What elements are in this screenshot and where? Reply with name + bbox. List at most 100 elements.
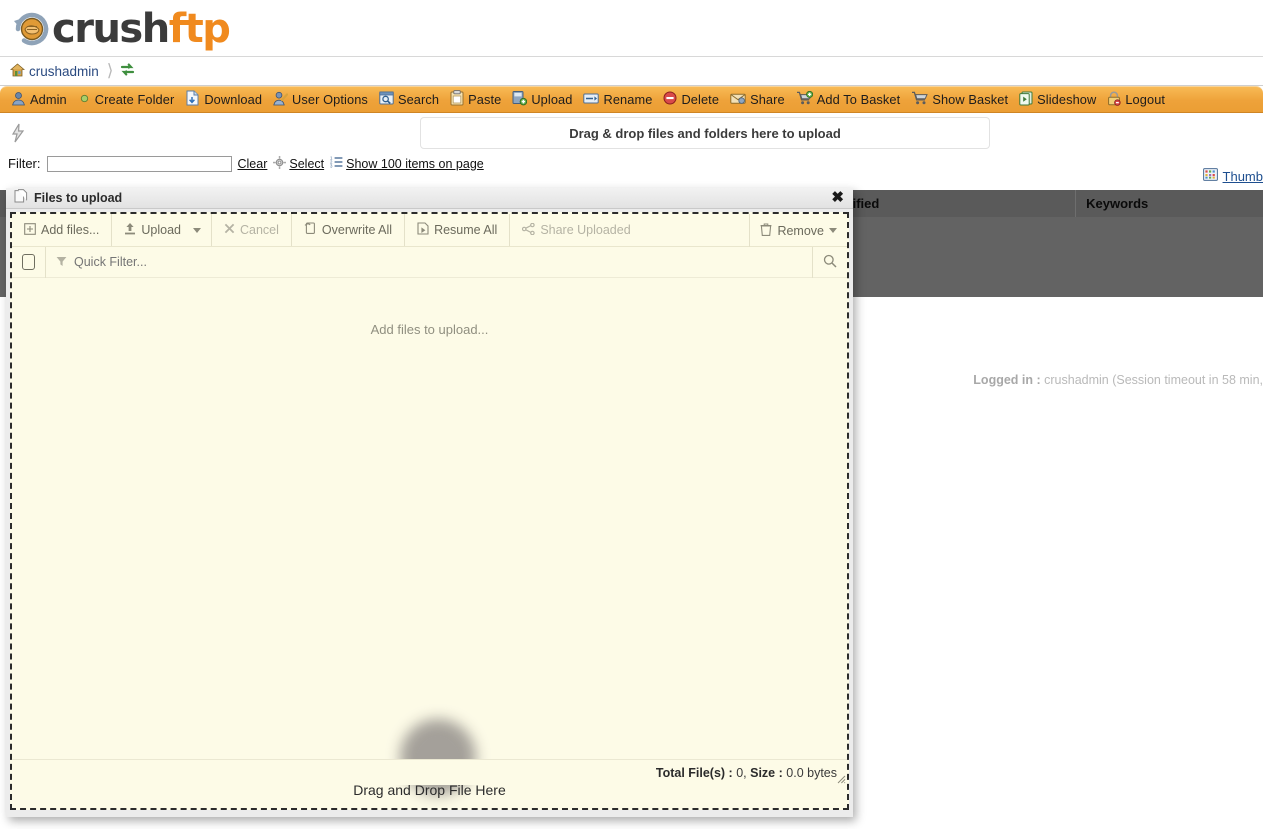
button-label: Add files...	[41, 223, 100, 237]
quick-filter-search-button[interactable]	[813, 247, 847, 278]
session-status: Logged in : crushadmin (Session timeout …	[973, 373, 1263, 387]
chevron-down-icon	[829, 228, 837, 233]
column-label: ified	[852, 196, 880, 211]
toolbar-label: Add To Basket	[816, 92, 901, 107]
total-files-value: 0,	[736, 765, 747, 780]
admin-user-icon	[11, 91, 26, 109]
checkbox-box	[22, 254, 35, 270]
resize-grip-icon[interactable]	[835, 773, 846, 784]
select-all-checkbox[interactable]	[12, 246, 46, 278]
toolbar-button-paste[interactable]: Paste	[448, 88, 510, 111]
empty-list-hint: Add files to upload...	[370, 322, 489, 337]
toolbar-label: Show Basket	[932, 92, 1009, 107]
remove-button[interactable]: Remove	[749, 214, 847, 247]
share-uploaded-button[interactable]: Share Uploaded	[510, 214, 642, 246]
upload-button[interactable]: Upload	[112, 214, 187, 246]
file-table-col-modified[interactable]: ified	[843, 190, 1077, 217]
file-filter-row: Filter: Clear Select 123 Show 100 items …	[0, 153, 1263, 174]
toolbar-button-logout[interactable]: Logout	[1105, 89, 1174, 111]
overwrite-all-button[interactable]: Overwrite All	[292, 214, 406, 246]
overwrite-icon	[304, 222, 317, 238]
clipboard-paste-icon	[450, 90, 464, 109]
close-icon[interactable]: ✖	[831, 189, 844, 207]
drag-drop-upload-zone[interactable]: Drag & drop files and folders here to up…	[420, 117, 990, 149]
total-files-label: Total File(s) :	[655, 765, 733, 780]
page-header: crushftp	[0, 0, 1263, 57]
filter-input[interactable]	[46, 155, 232, 172]
toolbar-label: Delete	[681, 92, 720, 107]
resume-all-button[interactable]: Resume All	[405, 214, 511, 246]
file-table-col-keywords[interactable]: Keywords	[1076, 190, 1263, 217]
plus-box-icon	[24, 222, 36, 238]
filter-clear-link[interactable]: Clear	[238, 157, 268, 171]
toolbar-button-admin[interactable]: Admin	[9, 89, 76, 111]
crushftp-fist-logo-icon	[10, 7, 54, 51]
toolbar-button-user-options[interactable]: User Options	[271, 89, 377, 111]
chevron-down-icon	[193, 227, 201, 233]
upload-box-icon	[512, 90, 528, 109]
filter-select-control[interactable]: Select	[273, 155, 325, 172]
toolbar-label: Admin	[30, 92, 67, 107]
breadcrumb: crushadmin ⟩	[0, 57, 1263, 86]
cart-icon	[911, 91, 929, 108]
toolbar-button-delete[interactable]: Delete	[661, 89, 728, 110]
lock-logout-icon	[1107, 91, 1121, 109]
quick-filter-input[interactable]	[72, 254, 791, 270]
toolbar-button-add-to-basket[interactable]: Add To Basket	[794, 89, 910, 110]
toolbar-label: Upload	[531, 92, 573, 107]
rename-tag-icon	[583, 92, 600, 108]
filter-label: Filter:	[8, 156, 41, 171]
upload-file-list[interactable]: Add files to upload... Drag and Drop Fil…	[12, 278, 847, 798]
toolbar-label: Rename	[603, 92, 653, 107]
toolbar-button-create-folder[interactable]: Create Folder	[76, 90, 184, 110]
size-label: Size :	[750, 765, 783, 780]
brand-ftp: ftp	[168, 6, 231, 52]
add-files-button[interactable]: Add files...	[12, 214, 113, 246]
delete-circle-icon	[663, 91, 677, 108]
toolbar-label: User Options	[292, 92, 368, 107]
toolbar-label: Logout	[1125, 92, 1166, 107]
toolbar-label: Slideshow	[1037, 92, 1097, 107]
lightning-bolt-icon[interactable]	[6, 121, 30, 145]
column-label: Keywords	[1086, 196, 1149, 211]
cart-add-icon	[796, 90, 813, 108]
button-label: Resume All	[434, 223, 498, 237]
dropzone-label: Drag & drop files and folders here to up…	[569, 125, 841, 141]
brand-crush: crush	[52, 6, 170, 52]
download-file-icon	[185, 90, 200, 109]
trash-icon	[760, 223, 772, 239]
svg-text:3: 3	[330, 164, 333, 168]
toolbar-button-share[interactable]: Share	[728, 90, 794, 110]
button-label: Overwrite All	[321, 223, 393, 237]
filter-select-link: Select	[289, 156, 325, 171]
dialog-title-bar[interactable]: Files to upload ✖	[6, 188, 853, 209]
items-per-page-control[interactable]: 123 Show 100 items on page	[330, 156, 484, 171]
toolbar-button-download[interactable]: Download	[183, 88, 271, 111]
toolbar-button-show-basket[interactable]: Show Basket	[909, 89, 1017, 110]
brand-logo[interactable]: crushftp	[10, 6, 231, 52]
home-icon	[9, 62, 26, 80]
brand-wordmark: crushftp	[52, 6, 231, 52]
toolbar-button-slideshow[interactable]: Slideshow	[1017, 89, 1105, 111]
funnel-icon	[56, 255, 67, 270]
upload-arrow-icon	[124, 222, 136, 238]
share-mail-icon	[730, 92, 746, 108]
refresh-icon[interactable]	[119, 62, 136, 80]
quick-filter-row	[12, 246, 847, 278]
quick-filter-field-wrap[interactable]	[46, 246, 813, 278]
new-folder-dot-icon	[78, 92, 91, 108]
toolbar-label: Download	[204, 92, 263, 107]
search-window-icon	[379, 91, 394, 108]
cancel-button[interactable]: Cancel	[212, 214, 292, 246]
thumbnails-link-label: Thumb	[1222, 168, 1263, 184]
upload-drop-strip: Drag & drop files and folders here to up…	[0, 113, 1263, 153]
thumbnails-toggle[interactable]: Thumb	[1202, 168, 1263, 184]
toolbar-button-upload[interactable]: Upload	[510, 88, 581, 111]
button-label: Share Uploaded	[540, 223, 631, 237]
pages-copy-icon	[14, 189, 28, 207]
breadcrumb-item-home[interactable]: crushadmin	[6, 61, 113, 82]
upload-dropdown-toggle[interactable]	[187, 214, 212, 246]
dialog-body: Add files... Upload Cancel Overwrite All…	[10, 212, 849, 810]
toolbar-button-search[interactable]: Search	[377, 89, 448, 110]
toolbar-button-rename[interactable]: Rename	[581, 90, 661, 110]
